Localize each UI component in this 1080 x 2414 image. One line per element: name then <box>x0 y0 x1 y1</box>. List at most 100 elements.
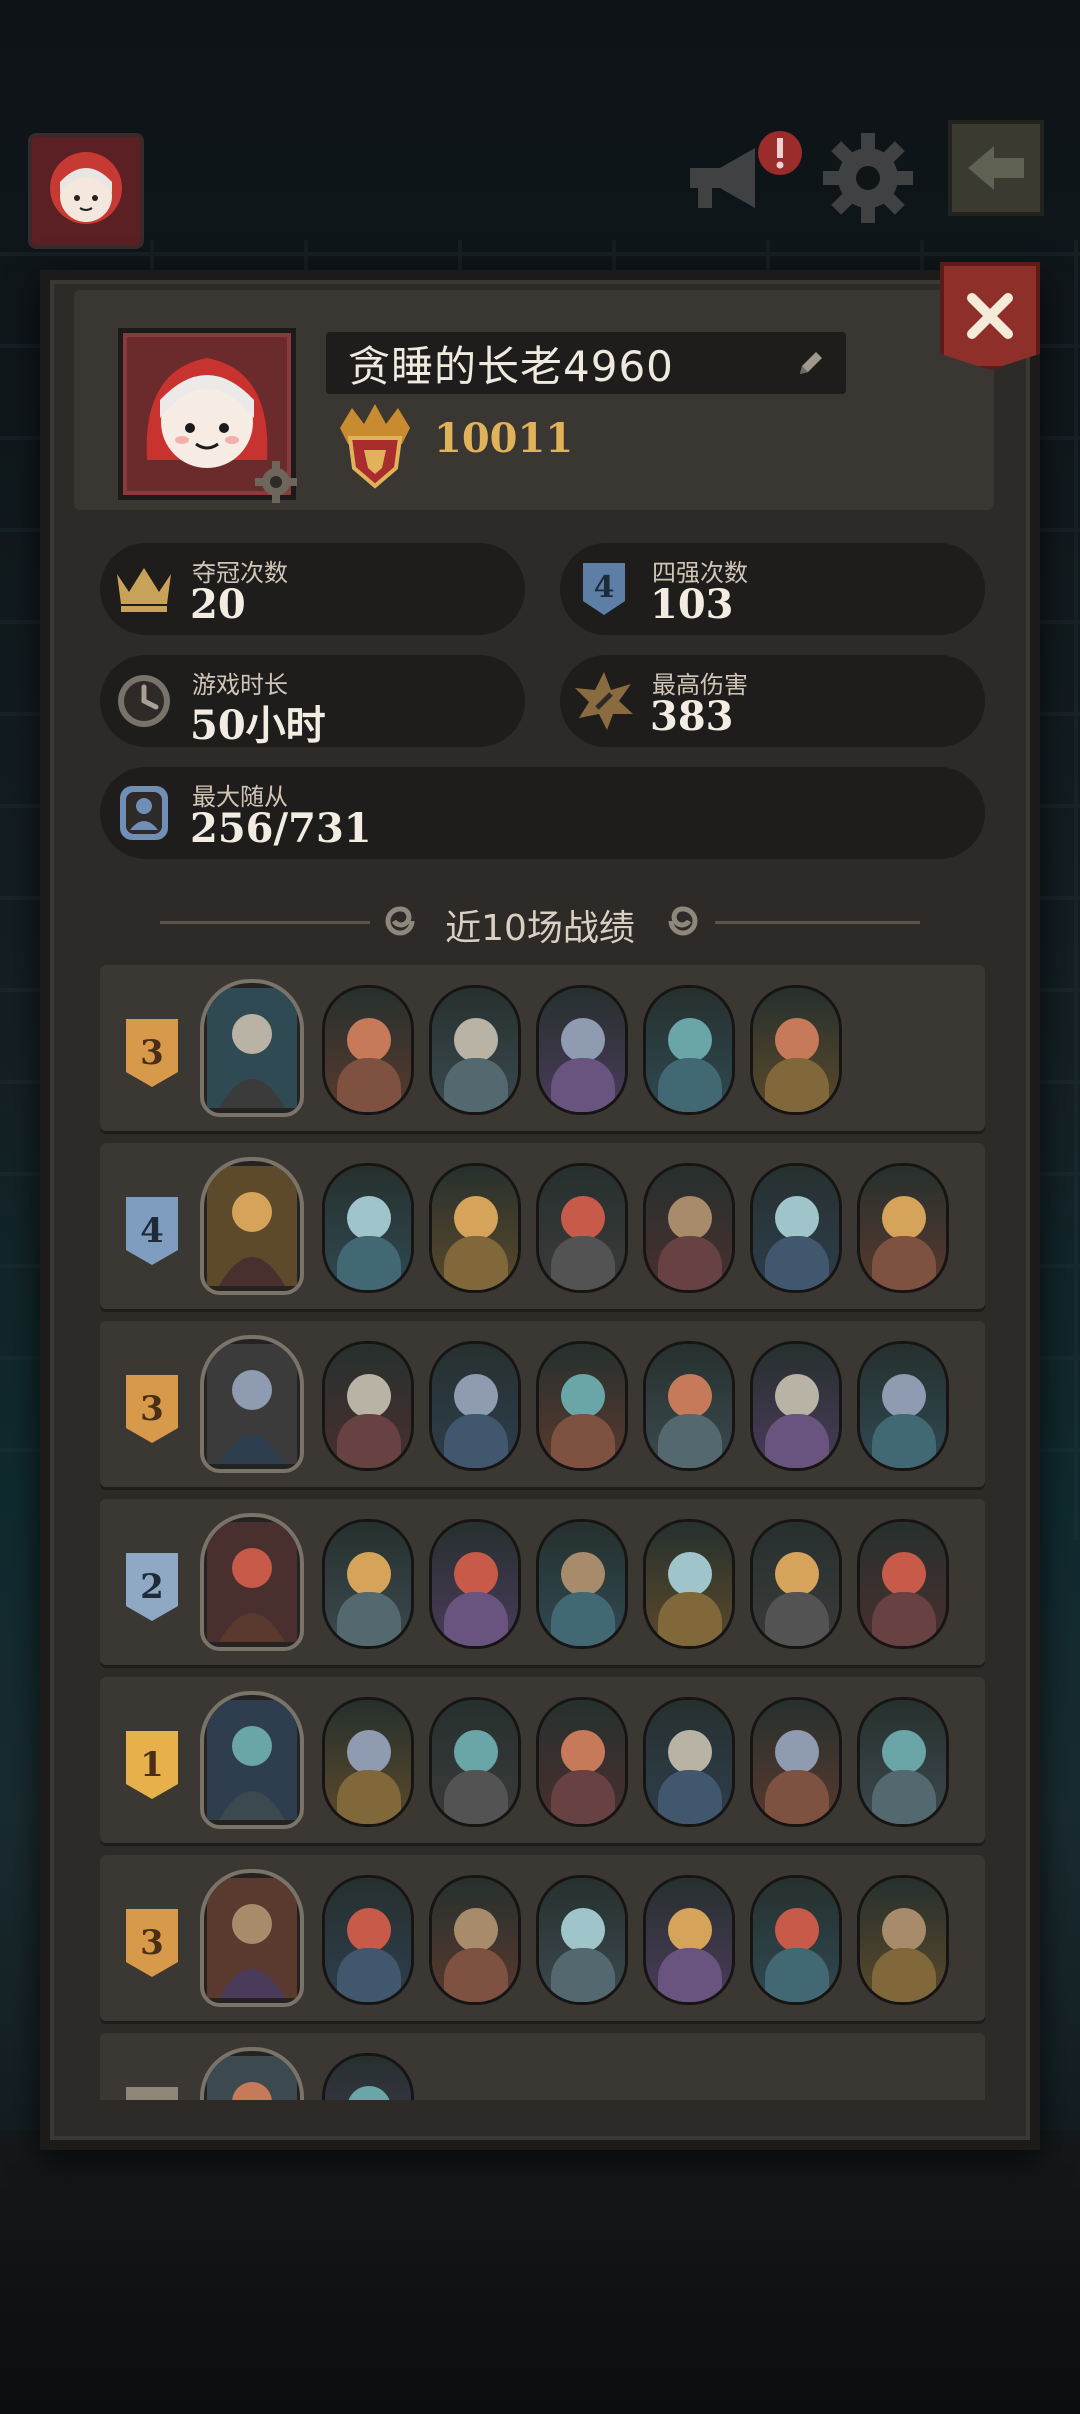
minion-body <box>765 1592 829 1646</box>
minion-card <box>643 1697 735 1827</box>
minion-head <box>561 1374 605 1418</box>
minion-card <box>322 985 414 1115</box>
minion-card <box>322 1875 414 2005</box>
minion-head <box>775 1196 819 1240</box>
minion-head <box>347 1018 391 1062</box>
minion-card <box>536 985 628 1115</box>
minion-body <box>444 1770 508 1824</box>
close-button[interactable] <box>940 262 1040 370</box>
minion-body <box>551 1770 615 1824</box>
stat-playtime: 游戏时长 50小时 <box>100 655 525 749</box>
minion-card <box>750 1519 842 1649</box>
minion-card <box>643 1341 735 1471</box>
hero-portrait-icon <box>207 988 297 1108</box>
placement-badge: 3 <box>126 1019 178 1087</box>
minion-body <box>765 1414 829 1468</box>
minion-head <box>668 1552 712 1596</box>
top-avatar-button[interactable] <box>28 133 144 249</box>
minion-card <box>429 985 521 1115</box>
rank-rating: 10011 <box>434 415 574 462</box>
minion-card <box>536 1697 628 1827</box>
minion-body <box>337 1592 401 1646</box>
minion-head <box>882 1730 926 1774</box>
minion-card <box>322 1519 414 1649</box>
placement-badge: 1 <box>126 1731 178 1799</box>
match-row[interactable]: 3 <box>100 1321 985 1487</box>
minion-head <box>561 1018 605 1062</box>
hero-portrait <box>200 1691 304 1829</box>
minion-head <box>454 1018 498 1062</box>
match-row[interactable]: 2 <box>100 1499 985 1665</box>
hero-portrait-icon <box>207 1344 297 1464</box>
stat-top4: 4 四强次数 103 <box>560 543 985 635</box>
player-name: 贪睡的长老4960 <box>348 341 674 391</box>
minion-head <box>668 1730 712 1774</box>
hero-portrait <box>200 1157 304 1295</box>
placement-badge: 3 <box>126 1375 178 1443</box>
minion-head <box>347 1374 391 1418</box>
minion-card <box>536 1341 628 1471</box>
minion-head <box>347 1552 391 1596</box>
recent-matches-title: 近10场战绩 <box>445 908 635 949</box>
recent-matches-list[interactable]: 3 4 3 2 1 3 <box>100 965 985 2100</box>
minion-card <box>429 1341 521 1471</box>
minion-body <box>337 1948 401 2002</box>
minion-body <box>551 1414 615 1468</box>
minion-head <box>561 1552 605 1596</box>
close-icon <box>967 293 1013 339</box>
pencil-icon[interactable] <box>794 346 828 380</box>
match-row[interactable]: 4 <box>100 1143 985 1309</box>
minion-body <box>765 1058 829 1112</box>
hero-portrait-icon <box>207 1700 297 1820</box>
placement-badge <box>126 2087 178 2100</box>
minion-head <box>882 1552 926 1596</box>
gear-icon <box>823 133 913 223</box>
minion-card <box>750 1697 842 1827</box>
svg-text:4: 4 <box>594 570 615 605</box>
minion-head <box>668 1196 712 1240</box>
minion-head <box>775 1908 819 1952</box>
stat-maxminions: 最大随从 256/731 <box>100 767 985 859</box>
minion-body <box>337 1414 401 1468</box>
minion-body <box>658 1236 722 1290</box>
minion-body <box>872 1948 936 2002</box>
avatar-settings-button[interactable] <box>252 458 300 506</box>
minion-head <box>775 1374 819 1418</box>
hero-portrait <box>200 1869 304 2007</box>
minion-card <box>750 1341 842 1471</box>
minion-head <box>668 1908 712 1952</box>
minion-body <box>444 1592 508 1646</box>
minion-body <box>551 1236 615 1290</box>
settings-button[interactable] <box>818 128 918 228</box>
match-row[interactable] <box>100 2033 985 2100</box>
hero-portrait <box>200 2047 304 2100</box>
match-row[interactable]: 1 <box>100 1677 985 1843</box>
minion-body <box>872 1592 936 1646</box>
minion-body <box>658 1058 722 1112</box>
minion-body <box>444 1058 508 1112</box>
hero-portrait <box>200 1335 304 1473</box>
minion-body <box>658 1948 722 2002</box>
minion-body <box>551 1592 615 1646</box>
crown-icon <box>117 568 171 612</box>
player-name-field: 贪睡的长老4960 <box>326 332 846 394</box>
minion-portrait-icon <box>120 786 168 840</box>
top4-shield-icon: 4 <box>583 563 625 615</box>
minion-head <box>454 1552 498 1596</box>
minion-card <box>322 1341 414 1471</box>
hero-portrait <box>200 979 304 1117</box>
match-row[interactable]: 3 <box>100 1855 985 2021</box>
minion-card <box>750 1875 842 2005</box>
placement-badge: 2 <box>126 1553 178 1621</box>
minion-head <box>561 1196 605 1240</box>
minion-card <box>857 1519 949 1649</box>
exit-button[interactable] <box>948 120 1044 216</box>
minion-card <box>643 985 735 1115</box>
minion-head <box>668 1018 712 1062</box>
minion-card <box>750 1163 842 1293</box>
match-row[interactable]: 3 <box>100 965 985 1131</box>
announcement-button[interactable] <box>680 128 802 228</box>
minion-card <box>643 1163 735 1293</box>
stat-value: 383 <box>650 693 734 740</box>
hero-portrait <box>200 1513 304 1651</box>
